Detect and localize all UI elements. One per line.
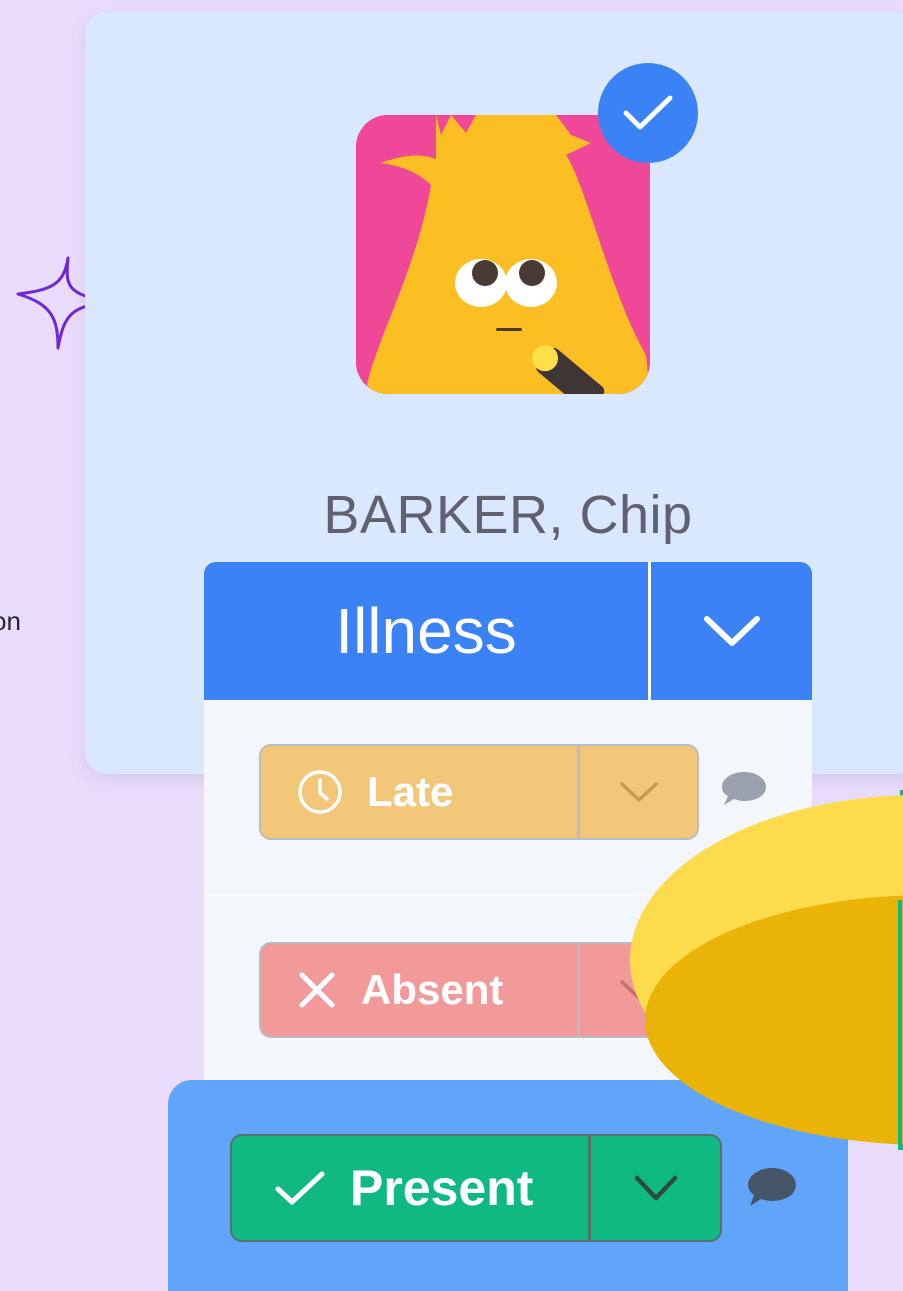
present-dropdown-toggle[interactable] [591, 1136, 720, 1240]
monster-avatar-illustration [356, 115, 650, 394]
check-icon [623, 95, 673, 130]
chevron-down-icon [703, 616, 760, 646]
student-avatar[interactable] [356, 115, 650, 394]
late-button-main[interactable]: Late [261, 746, 577, 838]
chevron-down-icon [634, 1175, 677, 1201]
current-status-label[interactable]: Illness [204, 562, 648, 700]
status-dropdown-toggle[interactable] [651, 562, 812, 700]
present-button[interactable]: Present [230, 1134, 722, 1242]
yellow-dish-decoration [630, 790, 903, 1150]
comment-icon[interactable] [746, 1166, 798, 1208]
selected-check-badge [598, 63, 698, 163]
late-button-label: Late [367, 768, 454, 815]
clock-icon [297, 769, 343, 815]
absent-button-main[interactable]: Absent [261, 944, 577, 1036]
present-button-main[interactable]: Present [232, 1136, 588, 1240]
side-text-fragment: on [0, 606, 21, 636]
check-icon [274, 1169, 326, 1207]
absent-button-label: Absent [361, 966, 504, 1013]
present-button-label: Present [350, 1160, 534, 1216]
student-name: BARKER, Chip [323, 485, 693, 545]
current-status-dropdown[interactable]: Illness [204, 562, 812, 700]
x-icon [297, 970, 337, 1010]
